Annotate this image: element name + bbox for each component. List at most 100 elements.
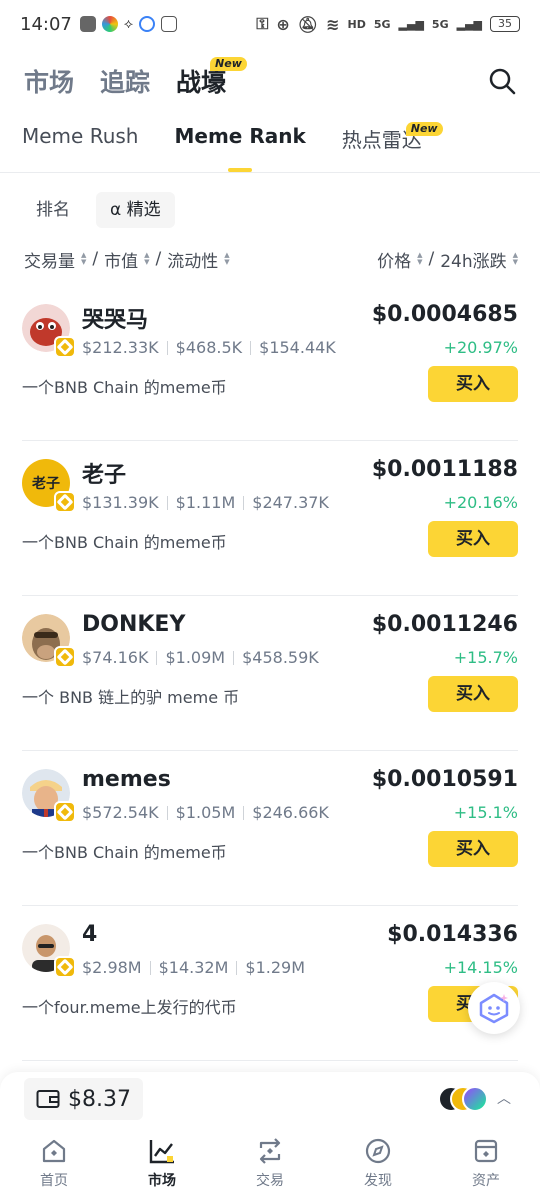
token-avatar-wrap bbox=[22, 924, 76, 978]
token-price: $0.0011246 bbox=[371, 612, 518, 637]
token-description: 一个 BNB 链上的驴 meme 币 bbox=[22, 688, 240, 707]
sort-price[interactable]: 价格 ▲ ▼ bbox=[377, 247, 422, 272]
token-description: 一个four.meme上发行的代币 bbox=[22, 998, 237, 1017]
new-badge: New bbox=[210, 57, 247, 71]
wallet-balance-button[interactable]: $8.37 bbox=[24, 1078, 143, 1120]
status-time: 14:07 bbox=[20, 13, 72, 35]
sort-price-label: 价格 bbox=[377, 251, 412, 272]
buy-button[interactable]: 买入 bbox=[428, 521, 518, 557]
sort-change-label: 24h涨跌 bbox=[440, 251, 507, 272]
token-liquidity: $247.37K bbox=[252, 493, 329, 512]
token-metrics: $74.16K $1.09M $458.59K bbox=[82, 648, 319, 667]
nav-trade-label: 交易 bbox=[256, 1173, 284, 1189]
buy-button[interactable]: 买入 bbox=[428, 676, 518, 712]
mute-bell-icon: 🔕︎ bbox=[297, 14, 319, 34]
token-row[interactable]: 老子 老子 $131.39K $1.11M $247.37K 一个BNB Cha… bbox=[22, 441, 518, 596]
nav-discover[interactable]: 发现 bbox=[324, 1128, 432, 1200]
separator: / bbox=[428, 249, 435, 269]
subtab-hot-radar[interactable]: 热点雷达 New bbox=[342, 122, 443, 172]
token-avatar-wrap: 老子 bbox=[22, 459, 76, 513]
token-market-cap: $1.09M bbox=[165, 648, 226, 667]
network-label: 5G bbox=[431, 17, 449, 31]
chip-alpha-picks[interactable]: α 精选 bbox=[96, 192, 175, 228]
token-change: +14.15% bbox=[443, 958, 518, 977]
subtab-meme-rush[interactable]: Meme Rush bbox=[22, 124, 138, 172]
chevron-up-icon[interactable]: ︿ bbox=[494, 1088, 514, 1108]
trade-icon bbox=[259, 1138, 281, 1164]
sort-header-right: 价格 ▲ ▼ / 24h涨跌 ▲ ▼ bbox=[377, 247, 518, 272]
tab-tracking[interactable]: 追踪 bbox=[100, 63, 150, 99]
key-icon: ⚿ bbox=[256, 14, 269, 33]
app-icon bbox=[79, 16, 96, 32]
sort-market-cap-label: 市值 bbox=[104, 251, 139, 272]
token-market-cap: $1.11M bbox=[175, 493, 236, 512]
notification-icons: ⟡ bbox=[79, 16, 178, 32]
wallet-bar: $8.37 ︿ bbox=[0, 1072, 540, 1128]
coin-stack[interactable] bbox=[438, 1086, 490, 1112]
nav-home[interactable]: 首页 bbox=[0, 1128, 108, 1200]
sort-liquidity[interactable]: 流动性 ▲ ▼ bbox=[167, 247, 229, 272]
wallet-icon bbox=[36, 1090, 60, 1108]
solana-coin-icon bbox=[462, 1086, 488, 1112]
sub-tabs: Meme Rush Meme Rank 热点雷达 New bbox=[22, 122, 518, 172]
assets-icon bbox=[474, 1139, 498, 1163]
token-volume: $74.16K bbox=[82, 648, 149, 667]
tab-market[interactable]: 市场 bbox=[24, 63, 74, 99]
token-name: 4 bbox=[82, 922, 98, 947]
buy-button[interactable]: 买入 bbox=[428, 366, 518, 402]
tab-trenches-label: 战壕 bbox=[176, 68, 227, 97]
bnb-chain-icon bbox=[54, 646, 76, 668]
wifi-icon: ≋ bbox=[326, 14, 340, 34]
nav-home-label: 首页 bbox=[40, 1173, 68, 1189]
add-circle-icon: ⊕ bbox=[276, 14, 290, 34]
app-icon: ⟡ bbox=[123, 16, 134, 32]
search-icon[interactable] bbox=[488, 67, 516, 95]
token-name: 哭哭马 bbox=[82, 308, 149, 333]
token-volume: $2.98M bbox=[82, 958, 142, 977]
token-liquidity: $154.44K bbox=[259, 338, 336, 357]
token-row[interactable]: DONKEY $74.16K $1.09M $458.59K 一个 BNB 链上… bbox=[22, 596, 518, 751]
sort-arrows-icon: ▲ ▼ bbox=[224, 251, 230, 266]
buy-button[interactable]: 买入 bbox=[428, 831, 518, 867]
token-description: 一个BNB Chain 的meme币 bbox=[22, 378, 227, 397]
nav-trade[interactable]: 交易 bbox=[216, 1128, 324, 1200]
token-market-cap: $1.05M bbox=[175, 803, 236, 822]
app-icon bbox=[101, 16, 118, 32]
compass-icon bbox=[365, 1138, 391, 1164]
token-row[interactable]: memes $572.54K $1.05M $246.66K 一个BNB Cha… bbox=[22, 751, 518, 906]
signal-icon: ▂▄▆ bbox=[456, 17, 482, 31]
token-row[interactable]: 4 $2.98M $14.32M $1.29M 一个four.meme上发行的代… bbox=[22, 906, 518, 1061]
token-description: 一个BNB Chain 的meme币 bbox=[22, 533, 227, 552]
new-badge: New bbox=[405, 122, 443, 136]
sort-volume[interactable]: 交易量 ▲ ▼ bbox=[24, 247, 86, 272]
app-icon bbox=[139, 16, 156, 32]
token-volume: $572.54K bbox=[82, 803, 159, 822]
tab-trenches[interactable]: 战壕 New bbox=[176, 57, 247, 99]
subtab-meme-rank[interactable]: Meme Rank bbox=[174, 124, 306, 172]
ai-assistant-button[interactable] bbox=[468, 982, 520, 1034]
bnb-chain-icon bbox=[54, 336, 76, 358]
token-row[interactable]: 哭哭马 $212.33K $468.5K $154.44K 一个BNB Chai… bbox=[22, 286, 518, 441]
token-price: $0.0011188 bbox=[371, 457, 518, 482]
nav-market[interactable]: 市场 bbox=[108, 1128, 216, 1200]
sort-arrows-icon: ▲ ▼ bbox=[417, 251, 423, 266]
sort-market-cap[interactable]: 市值 ▲ ▼ bbox=[104, 247, 149, 272]
chip-ranking[interactable]: 排名 bbox=[22, 192, 84, 228]
sort-arrows-icon: ▲ ▼ bbox=[81, 251, 87, 266]
sort-arrows-icon: ▲ ▼ bbox=[512, 251, 518, 266]
token-liquidity: $458.59K bbox=[242, 648, 319, 667]
bnb-chain-icon bbox=[54, 491, 76, 513]
token-liquidity: $1.29M bbox=[245, 958, 306, 977]
chart-icon bbox=[149, 1140, 174, 1164]
status-right: ⚿ ⊕ 🔕︎ ≋ HD 5G ▂▄▆ 5G ▂▄▆ 35 bbox=[256, 14, 520, 34]
nav-assets[interactable]: 资产 bbox=[432, 1128, 540, 1200]
top-nav: 市场 追踪 战壕 New bbox=[24, 56, 516, 106]
sort-24h-change[interactable]: 24h涨跌 ▲ ▼ bbox=[440, 247, 518, 272]
token-name: DONKEY bbox=[82, 612, 186, 637]
token-volume: $131.39K bbox=[82, 493, 159, 512]
sort-volume-label: 交易量 bbox=[24, 251, 75, 272]
token-price: $0.0004685 bbox=[371, 302, 518, 327]
separator: / bbox=[155, 249, 162, 269]
sort-arrows-icon: ▲ ▼ bbox=[144, 251, 150, 266]
nav-assets-label: 资产 bbox=[472, 1173, 500, 1189]
